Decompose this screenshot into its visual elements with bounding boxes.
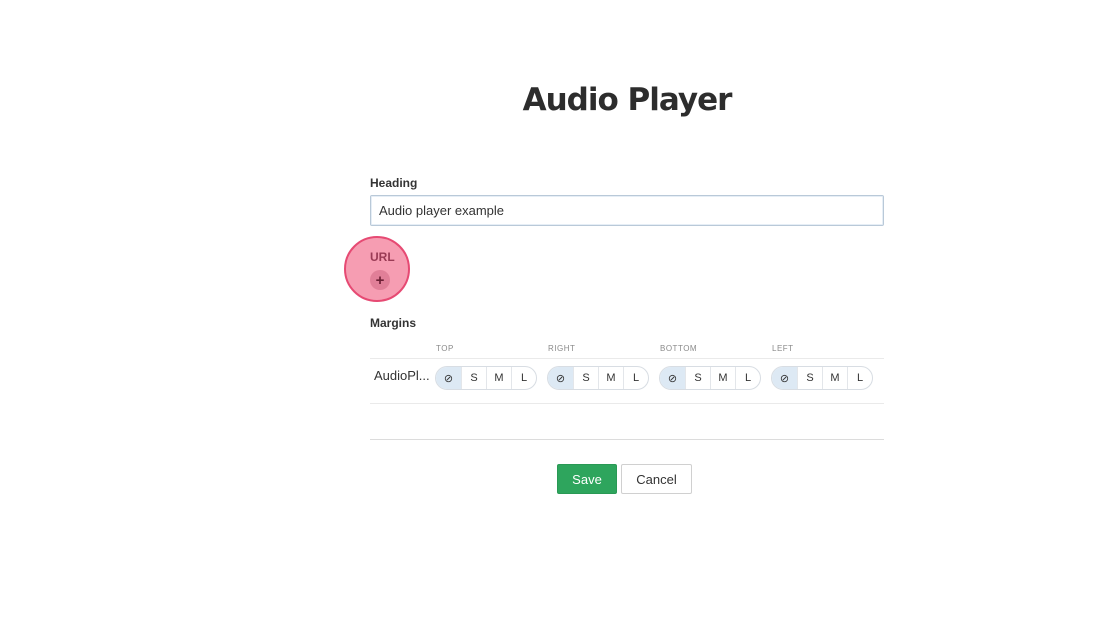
margin-right-selector: ⊘ S M L <box>547 366 649 390</box>
heading-label: Heading <box>370 176 418 190</box>
none-icon[interactable]: ⊘ <box>548 367 573 389</box>
none-icon[interactable]: ⊘ <box>772 367 797 389</box>
margins-table: TOP RIGHT BOTTOM LEFT AudioPl... ⊘ S M L… <box>370 342 884 404</box>
margins-column-headers: TOP RIGHT BOTTOM LEFT <box>370 342 884 358</box>
plus-icon: + <box>375 271 385 289</box>
page-title: Audio Player <box>522 82 733 118</box>
page: Audio Player Heading URL + Margins TOP R… <box>0 0 1120 626</box>
table-row: AudioPl... ⊘ S M L ⊘ S M L ⊘ S M L ⊘ S M… <box>370 358 884 404</box>
column-header-left: LEFT <box>772 344 794 353</box>
option-m[interactable]: M <box>710 367 735 389</box>
form-actions: Save Cancel <box>370 464 884 494</box>
url-field: URL + <box>344 236 410 302</box>
option-m[interactable]: M <box>822 367 847 389</box>
divider <box>370 439 884 440</box>
option-m[interactable]: M <box>486 367 511 389</box>
none-icon[interactable]: ⊘ <box>436 367 461 389</box>
option-s[interactable]: S <box>461 367 486 389</box>
url-label: URL <box>370 250 395 264</box>
audio-player-form: Heading URL + Margins TOP RIGHT BOTTOM L… <box>344 176 884 494</box>
margin-left-selector: ⊘ S M L <box>771 366 873 390</box>
option-s[interactable]: S <box>573 367 598 389</box>
column-header-top: TOP <box>436 344 454 353</box>
option-l[interactable]: L <box>735 367 760 389</box>
column-header-bottom: BOTTOM <box>660 344 698 353</box>
margin-top-selector: ⊘ S M L <box>435 366 537 390</box>
none-icon[interactable]: ⊘ <box>660 367 685 389</box>
option-s[interactable]: S <box>685 367 710 389</box>
row-name: AudioPl... <box>374 368 430 383</box>
cancel-button[interactable]: Cancel <box>621 464 692 494</box>
add-url-button[interactable]: + <box>370 270 390 290</box>
column-header-right: RIGHT <box>548 344 576 353</box>
save-button[interactable]: Save <box>557 464 617 494</box>
option-s[interactable]: S <box>797 367 822 389</box>
heading-input[interactable] <box>370 195 884 226</box>
option-m[interactable]: M <box>598 367 623 389</box>
margin-bottom-selector: ⊘ S M L <box>659 366 761 390</box>
option-l[interactable]: L <box>511 367 536 389</box>
option-l[interactable]: L <box>847 367 872 389</box>
margins-label: Margins <box>370 316 417 330</box>
option-l[interactable]: L <box>623 367 648 389</box>
